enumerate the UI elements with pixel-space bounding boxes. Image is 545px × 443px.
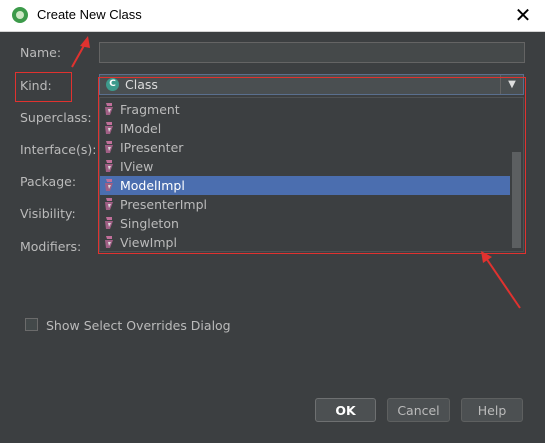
- dropdown-item[interactable]: IPresenter: [100, 138, 510, 157]
- show-overrides-label: Show Select Overrides Dialog: [46, 318, 231, 333]
- kind-dropdown-list[interactable]: Fragment IModel IPresenter IView ModelImpl Pr…: [99, 97, 524, 252]
- modifiers-label: Modifiers:: [20, 239, 82, 254]
- package-label: Package:: [20, 174, 77, 189]
- template-icon: [104, 216, 115, 230]
- cancel-button[interactable]: Cancel: [387, 398, 450, 422]
- name-field[interactable]: [99, 42, 525, 63]
- template-icon: [104, 197, 115, 211]
- dropdown-item-label: IModel: [120, 121, 162, 136]
- visibility-label: Visibility:: [20, 206, 76, 221]
- template-icon: [104, 140, 115, 154]
- kind-label: Kind:: [20, 78, 52, 93]
- template-icon: [104, 121, 115, 135]
- template-icon: [104, 178, 115, 192]
- show-overrides-checkbox[interactable]: [25, 318, 38, 331]
- kind-dropdown[interactable]: C Class ▼: [99, 74, 524, 95]
- scrollbar-thumb[interactable]: [512, 152, 521, 248]
- template-icon: [104, 159, 115, 173]
- dropdown-item[interactable]: Fragment: [100, 100, 510, 119]
- class-icon: C: [106, 78, 119, 91]
- android-studio-icon: [12, 7, 28, 23]
- dropdown-item[interactable]: IModel: [100, 119, 510, 138]
- dropdown-item[interactable]: IView: [100, 157, 510, 176]
- dropdown-item[interactable]: ViewImpl: [100, 233, 510, 251]
- dropdown-item-label: ViewImpl: [120, 235, 177, 250]
- dropdown-item[interactable]: PresenterImpl: [100, 195, 510, 214]
- template-icon: [104, 235, 115, 249]
- kind-selected-value: Class: [125, 77, 158, 92]
- close-icon[interactable]: ✕: [511, 3, 535, 27]
- dropdown-item-label: ModelImpl: [120, 178, 185, 193]
- help-button[interactable]: Help: [461, 398, 523, 422]
- name-label: Name:: [20, 45, 62, 60]
- arrow-to-dropdown-line: [485, 257, 521, 309]
- template-icon: [104, 102, 115, 116]
- title-bar: Create New Class ✕: [0, 0, 545, 32]
- arrow-to-dropdown-head: [481, 251, 492, 263]
- ok-button[interactable]: OK: [315, 398, 376, 422]
- dropdown-item-label: IPresenter: [120, 140, 184, 155]
- dropdown-item-label: Singleton: [120, 216, 179, 231]
- superclass-label: Superclass:: [20, 110, 92, 125]
- window-title: Create New Class: [37, 7, 142, 22]
- arrow-to-kind-head: [80, 36, 90, 48]
- dropdown-item[interactable]: Singleton: [100, 214, 510, 233]
- dropdown-item-label: Fragment: [120, 102, 180, 117]
- dropdown-item[interactable]: ModelImpl: [100, 176, 510, 195]
- dropdown-item-label: IView: [120, 159, 154, 174]
- arrow-to-kind-line: [71, 41, 87, 68]
- chevron-down-icon[interactable]: ▼: [500, 75, 523, 94]
- scrollbar[interactable]: [510, 98, 522, 251]
- interfaces-label: Interface(s):: [20, 142, 97, 157]
- dropdown-item-label: PresenterImpl: [120, 197, 207, 212]
